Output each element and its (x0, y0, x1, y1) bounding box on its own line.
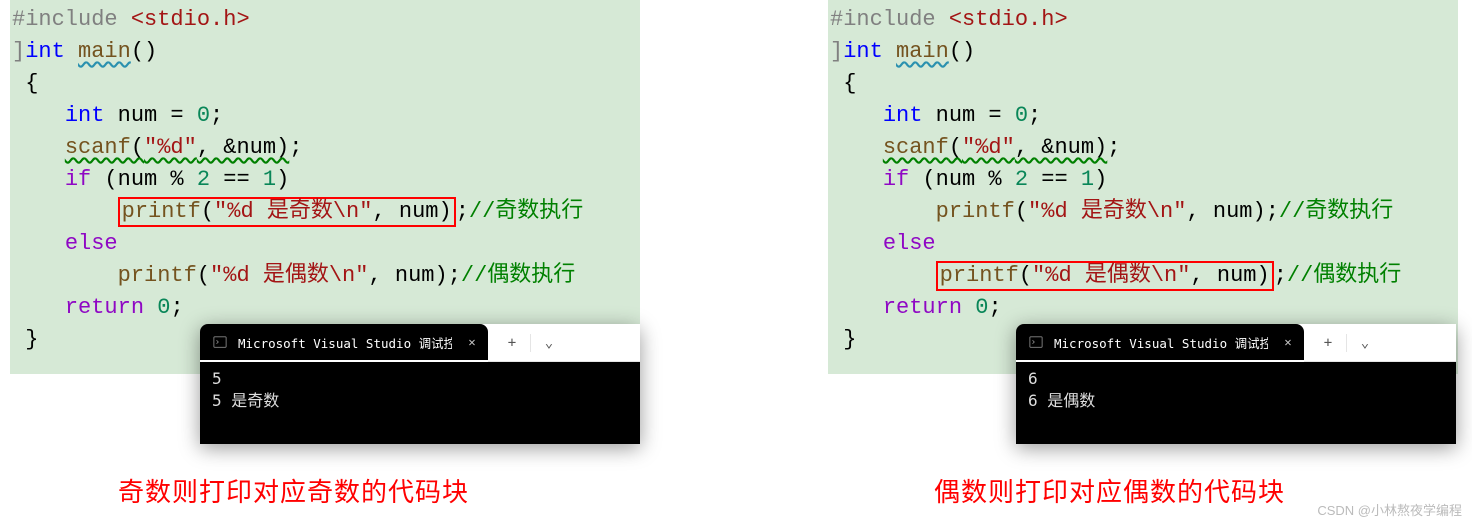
new-tab-button[interactable]: + (1312, 328, 1344, 358)
terminal-title-bar: Microsoft Visual Studio 调试控 ✕ + ⌄ (200, 324, 640, 362)
new-tab-button[interactable]: + (496, 328, 528, 358)
terminal-output: 5 5 是奇数 (200, 362, 640, 418)
caption-right: 偶数则打印对应偶数的代码块 (934, 472, 1285, 509)
caption-left: 奇数则打印对应奇数的代码块 (118, 472, 469, 509)
terminal-left: Microsoft Visual Studio 调试控 ✕ + ⌄ 5 5 是奇… (200, 324, 640, 444)
tab-dropdown-button[interactable]: ⌄ (533, 328, 565, 358)
left-pane: #include <stdio.h> ]int main() { int num… (10, 0, 640, 374)
terminal-tab[interactable]: Microsoft Visual Studio 调试控 ✕ (1016, 324, 1304, 360)
terminal-title-bar: Microsoft Visual Studio 调试控 ✕ + ⌄ (1016, 324, 1456, 362)
tab-dropdown-button[interactable]: ⌄ (1349, 328, 1381, 358)
code-left: #include <stdio.h> ]int main() { int num… (10, 0, 640, 374)
term-line: 5 是奇数 (212, 390, 628, 412)
terminal-tab-title: Microsoft Visual Studio 调试控 (1054, 333, 1268, 352)
terminal-tab[interactable]: Microsoft Visual Studio 调试控 ✕ (200, 324, 488, 360)
code-right: #include <stdio.h> ]int main() { int num… (828, 0, 1458, 374)
right-pane: #include <stdio.h> ]int main() { int num… (828, 0, 1458, 374)
preproc: #include (12, 7, 131, 32)
close-icon[interactable]: ✕ (462, 332, 482, 352)
terminal-tab-title: Microsoft Visual Studio 调试控 (238, 333, 452, 352)
watermark: CSDN @小林熬夜学编程 (1317, 500, 1462, 519)
close-icon[interactable]: ✕ (1278, 332, 1298, 352)
highlighted-even-printf: printf("%d 是偶数\n", num) (936, 261, 1274, 291)
terminal-output: 6 6 是偶数 (1016, 362, 1456, 418)
term-line: 5 (212, 368, 628, 390)
terminal-right: Microsoft Visual Studio 调试控 ✕ + ⌄ 6 6 是偶… (1016, 324, 1456, 444)
terminal-icon (212, 334, 228, 350)
terminal-icon (1028, 334, 1044, 350)
term-line: 6 (1028, 368, 1444, 390)
highlighted-odd-printf: printf("%d 是奇数\n", num) (118, 197, 456, 227)
term-line: 6 是偶数 (1028, 390, 1444, 412)
